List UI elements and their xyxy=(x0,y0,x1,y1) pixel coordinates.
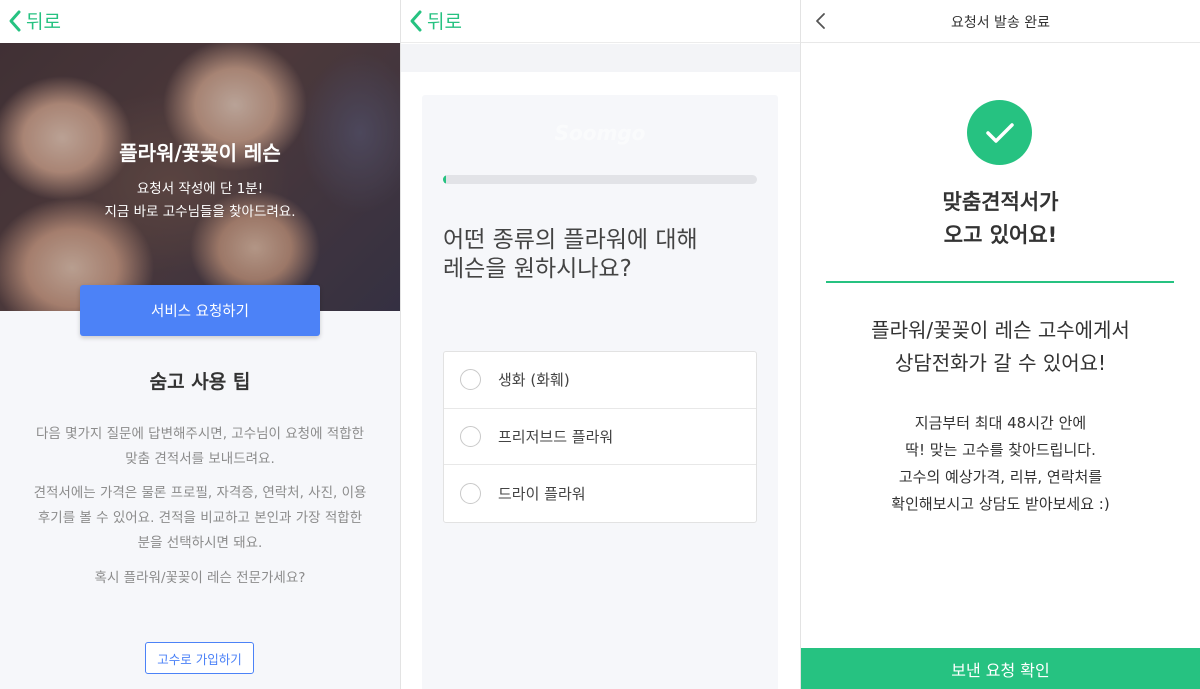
hero-title: 플라워/꽃꽂이 레슨 xyxy=(119,141,281,165)
view-sent-requests-button[interactable]: 보낸 요청 확인 xyxy=(801,648,1200,689)
progress-fill xyxy=(443,175,447,184)
back-label: 뒤로 xyxy=(427,11,462,33)
hero-subtitle-line: 요청서 작성에 단 1분! xyxy=(136,181,264,197)
success-title-line: 오고 있어요! xyxy=(943,223,1058,247)
option-label: 생화 (화훼) xyxy=(498,371,570,390)
chevron-left-icon xyxy=(9,10,21,31)
join-as-expert-button[interactable]: 고수로 가입하기 xyxy=(145,642,254,674)
option-label: 프리저브드 플라워 xyxy=(498,427,614,446)
tip-line: 후기를 볼 수 있어요. 견적을 비교하고 본인과 가장 적합한 xyxy=(37,510,363,526)
option-fresh-flower[interactable]: 생화 (화훼) xyxy=(444,352,756,409)
page-title: 요청서 발송 완료 xyxy=(950,15,1051,31)
service-request-button[interactable]: 서비스 요청하기 xyxy=(80,285,320,336)
service-intro-screen: 뒤로 플라워/꽃꽂이 레슨 요청서 작성에 단 1분! 지금 바로 고수님들을 … xyxy=(0,0,400,689)
hero-image-overlay xyxy=(0,43,400,311)
tip-line: 분을 선택하시면 돼요. xyxy=(137,535,263,551)
questionnaire-screen: 뒤로 Soomgo 어떤 종류의 플라워에 대해 레슨을 원하시나요? 생화 (… xyxy=(401,0,800,689)
tip-paragraph: 견적서에는 가격은 물론 프로필, 자격증, 연락처, 사진, 이용 후기를 볼… xyxy=(18,481,382,556)
radio-unchecked-icon[interactable] xyxy=(460,425,481,447)
consult-call-notice: 플라워/꽃꽂이 레슨 고수에게서 상담전화가 갈 수 있어요! xyxy=(801,314,1200,380)
info-line: 지금부터 최대 48시간 안에 xyxy=(914,414,1087,432)
option-preserved-flower[interactable]: 프리저브드 플라워 xyxy=(444,409,756,465)
top-bar: 뒤로 xyxy=(0,0,400,43)
success-badge xyxy=(967,100,1032,165)
info-line: 고수의 예상가격, 리뷰, 연락처를 xyxy=(898,468,1103,486)
info-line: 확인해보시고 상담도 받아보세요 :) xyxy=(891,495,1110,513)
radio-unchecked-icon[interactable] xyxy=(460,482,481,504)
info-text: 지금부터 최대 48시간 안에 딱! 맞는 고수를 찾아드립니다. 고수의 예상… xyxy=(801,410,1200,518)
tip-line: 견적서에는 가격은 물론 프로필, 자격증, 연락처, 사진, 이용 xyxy=(33,485,367,501)
expert-question: 혹시 플라워/꽃꽂이 레슨 전문가세요? xyxy=(94,570,306,586)
radio-unchecked-icon[interactable] xyxy=(460,369,481,391)
consult-call-line: 상담전화가 갈 수 있어요! xyxy=(894,351,1107,375)
tip-heading: 숨고 사용 팁 xyxy=(149,371,251,393)
option-label: 드라이 플라워 xyxy=(498,484,586,503)
question-line: 어떤 종류의 플라워에 대해 xyxy=(443,227,698,253)
chevron-left-icon xyxy=(410,10,422,31)
top-bar: 요청서 발송 완료 xyxy=(801,0,1200,43)
progress-bar xyxy=(443,175,757,184)
tip-line: 다음 몇가지 질문에 답변해주시면, 고수님이 요청에 적합한 xyxy=(35,426,365,442)
success-title: 맞춤견적서가 오고 있어요! xyxy=(801,186,1200,252)
back-button[interactable]: 뒤로 xyxy=(8,7,61,34)
back-button[interactable]: 뒤로 xyxy=(409,7,462,34)
tip-paragraph: 다음 몇가지 질문에 답변해주시면, 고수님이 요청에 적합한 맞춤 견적서를 … xyxy=(18,422,382,472)
top-bar: 뒤로 xyxy=(401,0,800,43)
checkmark-icon xyxy=(985,122,1014,143)
info-line: 딱! 맞는 고수를 찾아드립니다. xyxy=(905,441,1096,459)
header-band xyxy=(401,44,800,72)
hero-subtitle-line: 지금 바로 고수님들을 찾아드려요. xyxy=(104,204,296,220)
question-line: 레슨을 원하시나요? xyxy=(443,256,632,282)
consult-call-line: 플라워/꽃꽂이 레슨 고수에게서 xyxy=(871,318,1130,342)
back-label: 뒤로 xyxy=(26,11,61,33)
hero-subtitle: 요청서 작성에 단 1분! 지금 바로 고수님들을 찾아드려요. xyxy=(0,178,400,224)
hero-banner: 플라워/꽃꽂이 레슨 요청서 작성에 단 1분! 지금 바로 고수님들을 찾아드… xyxy=(0,43,400,311)
question-text: 어떤 종류의 플라워에 대해 레슨을 원하시나요? xyxy=(443,226,763,284)
watermark-text: Soomgo xyxy=(554,121,646,145)
success-title-line: 맞춤견적서가 xyxy=(942,190,1059,214)
options-list: 생화 (화훼) 프리저브드 플라워 드라이 플라워 xyxy=(443,351,757,523)
soomgo-watermark-logo: Soomgo xyxy=(542,118,658,148)
option-dried-flower[interactable]: 드라이 플라워 xyxy=(444,465,756,522)
tip-line: 맞춤 견적서를 보내드려요. xyxy=(125,451,275,467)
section-divider xyxy=(826,281,1174,283)
request-complete-screen: 요청서 발송 완료 맞춤견적서가 오고 있어요! 플라워/꽃꽂이 레슨 고수에게… xyxy=(801,0,1200,689)
